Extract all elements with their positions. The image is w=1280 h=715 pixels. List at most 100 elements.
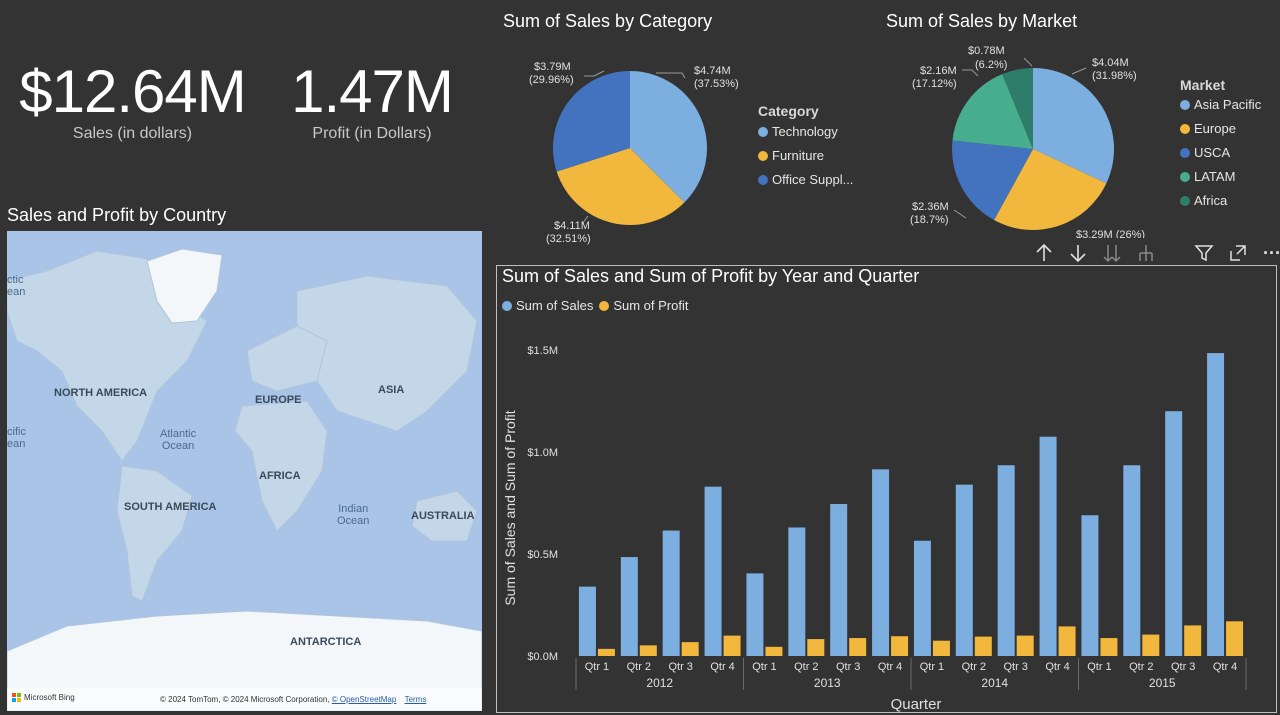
bar-sales[interactable] (578, 586, 596, 656)
bar-sales[interactable] (1081, 515, 1099, 656)
legend-item-africa[interactable]: Africa (1180, 193, 1261, 208)
legend-item-usca[interactable]: USCA (1180, 145, 1261, 160)
x-tick-label: Qtr 4 (710, 661, 734, 673)
legend-item-sum-of-profit[interactable]: Sum of Profit (599, 298, 688, 313)
legend-item-furniture[interactable]: Furniture (758, 148, 853, 163)
expand-hierarchy-icon[interactable] (1134, 241, 1158, 265)
legend-dot (1180, 147, 1190, 158)
bar-sales[interactable] (872, 469, 890, 656)
legend-dot (758, 126, 768, 137)
focus-mode-icon[interactable] (1226, 241, 1250, 265)
map-attribution: Microsoft Bing © 2024 TomTom, © 2024 Mic… (7, 688, 482, 711)
bar-sales[interactable] (830, 504, 848, 656)
market-label-europe-clipped: $3.29M (26%) (1076, 229, 1145, 238)
bing-logo: Microsoft Bing (12, 693, 75, 702)
category-legend: Category Technology Furniture Office Sup… (758, 103, 853, 187)
x-tick-label: Qtr 1 (1087, 661, 1111, 673)
market-pie-chart[interactable]: $4.04M (31.98%) $0.78M (6.2%) $2.16M (17… (896, 40, 1176, 238)
bar-profit[interactable] (723, 635, 741, 656)
year-label: 2012 (646, 676, 673, 690)
bar-profit[interactable] (974, 636, 992, 656)
bar-sales[interactable] (1039, 436, 1057, 656)
legend-label: Office Suppl... (772, 172, 854, 187)
market-label-africa-pct: (6.2%) (975, 59, 1007, 71)
bar-profit[interactable] (807, 639, 825, 656)
bar-sales[interactable] (913, 540, 931, 656)
market-legend-title: Market (1180, 77, 1226, 93)
bar-chart-title: Sum of Sales and Sum of Profit by Year a… (502, 266, 920, 286)
bar-profit[interactable] (932, 640, 950, 656)
bar-sales[interactable] (704, 486, 722, 656)
bing-text: Microsoft Bing (24, 693, 75, 702)
year-label: 2015 (1149, 676, 1176, 690)
arrow-down-icon[interactable] (1066, 241, 1090, 265)
visual-header-toolbar: ··· (1032, 241, 1280, 265)
filter-icon[interactable] (1192, 241, 1216, 265)
bar-sales[interactable] (1207, 353, 1225, 656)
year-label: 2014 (981, 676, 1008, 690)
more-options-icon[interactable]: ··· (1260, 241, 1280, 265)
bar-sales[interactable] (788, 527, 806, 656)
legend-label: Furniture (772, 148, 825, 163)
market-legend: Market Asia Pacific Europe USCA LATAM Af… (1180, 77, 1261, 208)
market-label-asia-pct: (31.98%) (1092, 70, 1137, 82)
bar-profit[interactable] (681, 642, 699, 656)
bar-profit[interactable] (1142, 634, 1160, 656)
bar-profit[interactable] (1184, 625, 1202, 656)
kpi-profit-card[interactable]: 1.47M Profit (in Dollars) (262, 62, 482, 143)
double-arrow-down-icon[interactable] (1100, 241, 1124, 265)
ocean-text: Atlantic (160, 428, 197, 440)
ocean-text: Ocean (337, 515, 370, 528)
bar-profit[interactable] (597, 648, 615, 656)
sales-profit-bar-chart[interactable]: $0.0M $0.5M $1.0M $1.5M Sum of Sales and Sum… (496, 330, 1276, 713)
bar-sales[interactable] (955, 484, 973, 656)
legend-label: LATAM (1194, 169, 1236, 184)
legend-label: USCA (1194, 145, 1231, 160)
bar-profit[interactable] (639, 645, 657, 656)
map-label-indian-ocean: Indian Ocean (337, 503, 369, 527)
category-pie-slices[interactable] (553, 71, 707, 226)
map-label-north-america: NORTH AMERICA (54, 387, 148, 399)
legend-dot (599, 300, 610, 311)
legend-item-office-supplies[interactable]: Office Suppl... (758, 172, 853, 187)
bar-profit[interactable] (849, 638, 867, 656)
bar-sales[interactable] (1123, 465, 1141, 656)
bar-profit[interactable] (765, 646, 783, 656)
ocean-text: Ocean (161, 440, 195, 453)
y-tick-label: $1.0M (527, 447, 558, 459)
category-label-technology-value: $4.74M (694, 65, 731, 77)
legend-item-europe[interactable]: Europe (1180, 121, 1261, 136)
terms-link[interactable]: Terms (405, 695, 427, 704)
kpi-sales-card[interactable]: $12.64M Sales (in dollars) (10, 62, 255, 143)
legend-item-technology[interactable]: Technology (758, 124, 853, 139)
kpi-sales-value: $12.64M (19, 58, 247, 125)
legend-item-latam[interactable]: LATAM (1180, 169, 1261, 184)
category-pie-chart[interactable]: $4.74M (37.53%) $3.79M (29.96%) $4.11M (… (496, 40, 756, 250)
market-pie-slices[interactable] (952, 68, 1114, 230)
legend-dot (1180, 99, 1190, 110)
bar-profit[interactable] (1058, 626, 1076, 656)
bar-profit[interactable] (891, 636, 909, 656)
bar-profit[interactable] (1100, 638, 1118, 656)
category-label-furniture-pct: (32.51%) (546, 233, 591, 245)
bar-sales[interactable] (997, 465, 1015, 656)
market-label-latam-value: $2.16M (920, 65, 957, 77)
world-map[interactable]: NORTH AMERICA EUROPE ASIA AFRICA SOUTH A… (7, 231, 482, 711)
legend-item-asia-pacific[interactable]: Asia Pacific (1180, 97, 1261, 112)
bar-profit[interactable] (1226, 621, 1244, 656)
legend-label: Europe (1194, 121, 1236, 136)
x-tick-label: Qtr 2 (1129, 661, 1153, 673)
openstreetmap-link[interactable]: © OpenStreetMap (332, 695, 397, 704)
bar-sales[interactable] (662, 530, 680, 656)
bar-sales[interactable] (1165, 411, 1183, 656)
bar-sales[interactable] (746, 573, 764, 656)
category-label-furniture-value: $4.11M (554, 220, 590, 232)
legend-dot (1180, 171, 1190, 182)
arrow-up-icon[interactable] (1032, 241, 1056, 265)
bar-sales[interactable] (620, 557, 638, 656)
bar-profit[interactable] (1016, 635, 1034, 656)
kpi-profit-label: Profit (in Dollars) (312, 125, 432, 142)
map-title: Sales and Profit by Country (7, 205, 227, 225)
y-tick-label: $0.0M (527, 651, 558, 663)
legend-item-sum-of-sales[interactable]: Sum of Sales (502, 298, 593, 313)
